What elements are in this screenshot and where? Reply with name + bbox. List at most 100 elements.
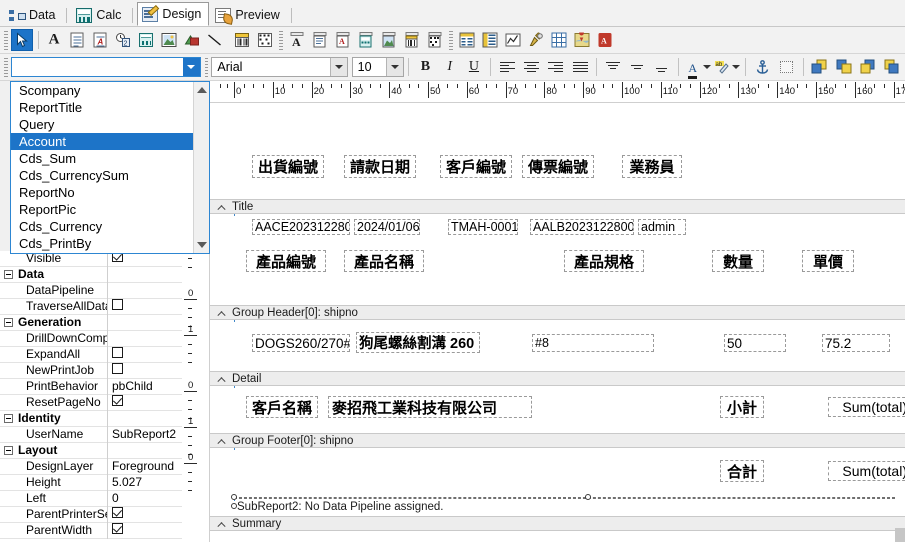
object-list-item[interactable]: ReportPic	[11, 201, 209, 218]
property-value[interactable]: Foreground	[108, 459, 190, 475]
font-color-icon[interactable]: A	[683, 56, 702, 79]
property-value[interactable]	[108, 362, 190, 379]
tab-calc[interactable]: Calc	[71, 4, 129, 26]
shape-icon[interactable]	[181, 29, 203, 51]
property-value[interactable]	[108, 315, 190, 331]
property-value[interactable]: pbChild	[108, 379, 190, 395]
bring-to-front-icon[interactable]	[808, 56, 832, 78]
column-header-3[interactable]: 數量	[712, 250, 764, 272]
checkbox-icon[interactable]	[112, 346, 123, 358]
scroll-up-icon[interactable]	[197, 87, 207, 93]
format-toolbar-grip[interactable]	[204, 57, 209, 77]
property-row[interactable]: TraverseAllData	[0, 298, 190, 315]
property-category-row[interactable]: Data	[0, 266, 190, 283]
region-barcode-icon[interactable]	[401, 29, 423, 51]
align-left-icon[interactable]	[495, 56, 519, 78]
property-value[interactable]	[108, 283, 190, 299]
total-value[interactable]: Sum(total)	[828, 461, 905, 481]
detail-cell-2[interactable]: #8	[532, 334, 654, 352]
design-surface[interactable]: 出貨編號 請款日期 客戶編號 傳票編號 業務員 Title AACE202312…	[210, 103, 905, 542]
object-dropdown-list[interactable]: Scompany ReportTitle Query Account Cds_Sum Cd…	[10, 81, 210, 254]
property-row[interactable]: Left 0	[0, 490, 190, 507]
object-list-item[interactable]: Cds_Currency	[11, 218, 209, 235]
title-header-0[interactable]: 出貨編號	[252, 155, 324, 178]
object-list-item[interactable]: Cds_CurrencySum	[11, 167, 209, 184]
property-row[interactable]: PrintBehavior pbChild	[0, 378, 190, 395]
header-value-4[interactable]: admin	[638, 219, 686, 235]
band-label-summary[interactable]: Summary	[210, 516, 905, 531]
object-list-item[interactable]: Scompany	[11, 82, 209, 99]
map-icon[interactable]	[571, 29, 593, 51]
collapse-chevron-icon[interactable]	[218, 438, 225, 445]
checkbox-icon[interactable]	[112, 298, 123, 310]
detail-cell-3[interactable]: 50	[724, 334, 786, 352]
property-row[interactable]: ExpandAll	[0, 346, 190, 363]
collapse-chevron-icon[interactable]	[218, 310, 225, 317]
property-row[interactable]: UserName SubReport2	[0, 426, 190, 443]
title-header-2[interactable]: 客戶編號	[440, 155, 512, 178]
dbbarcode-icon[interactable]	[254, 29, 276, 51]
property-value[interactable]	[108, 331, 190, 347]
font-name-combo[interactable]: Arial	[211, 57, 348, 77]
region-dbbarcode-icon[interactable]	[424, 29, 446, 51]
tab-data[interactable]: Data	[4, 4, 63, 26]
column-header-2[interactable]: 產品規格	[564, 250, 644, 272]
bold-button[interactable]: B	[413, 56, 437, 78]
property-value[interactable]: 5.027	[108, 475, 190, 491]
checkbox-icon[interactable]	[112, 394, 123, 406]
barcode-icon[interactable]	[231, 29, 253, 51]
format-toolbar-grip[interactable]	[4, 57, 8, 77]
chart-icon[interactable]	[502, 29, 524, 51]
property-row[interactable]: NewPrintJob	[0, 362, 190, 379]
checkbox-icon[interactable]	[112, 506, 123, 518]
highlight-color-icon[interactable]: ab	[712, 56, 731, 78]
selection-handle[interactable]	[585, 494, 591, 500]
minus-expander-icon[interactable]	[4, 270, 13, 279]
align-right-icon[interactable]	[544, 56, 568, 78]
valign-top-icon[interactable]	[601, 56, 625, 78]
property-value[interactable]	[108, 443, 190, 459]
dbcalc-icon[interactable]	[135, 29, 157, 51]
object-list-item[interactable]: Cds_PrintBy	[11, 235, 209, 252]
header-value-2[interactable]: TMAH-0001	[448, 219, 518, 235]
header-value-0[interactable]: AACE202312280001	[252, 219, 350, 235]
select-pointer-icon[interactable]	[11, 29, 33, 51]
crosstab-icon[interactable]	[456, 29, 478, 51]
customer-name[interactable]: 麥招飛工業科技有限公司	[328, 396, 532, 418]
property-value[interactable]	[108, 267, 190, 283]
property-row[interactable]: ParentWidth	[0, 522, 190, 539]
customer-label[interactable]: 客戶名稱	[246, 396, 318, 418]
collapse-chevron-icon[interactable]	[218, 521, 225, 528]
dotted-frame-icon[interactable]	[775, 56, 799, 78]
region-memo-icon[interactable]	[309, 29, 331, 51]
header-value-3[interactable]: AALB202312280002	[530, 219, 634, 235]
font-color-dropdown[interactable]	[702, 56, 712, 78]
checkbox-icon[interactable]	[112, 522, 123, 534]
subreport-selection-box[interactable]	[234, 497, 895, 499]
label-icon[interactable]: A	[43, 29, 65, 51]
column-header-0[interactable]: 產品編號	[246, 250, 326, 272]
paintbrush-icon[interactable]	[525, 29, 547, 51]
property-row[interactable]: Height 5.027	[0, 474, 190, 491]
property-category-row[interactable]: Layout	[0, 442, 190, 459]
title-header-3[interactable]: 傳票編號	[522, 155, 594, 178]
bring-forward-icon[interactable]	[856, 56, 880, 78]
table-icon[interactable]	[479, 29, 501, 51]
property-grid[interactable]: Visible Data DataPipeline TraverseAllData Ge…	[0, 251, 190, 542]
font-size-combo[interactable]: 10	[351, 57, 405, 77]
object-list-item[interactable]: Account	[11, 133, 209, 150]
property-value[interactable]	[108, 394, 190, 411]
region-dbtext-icon[interactable]	[355, 29, 377, 51]
title-header-4[interactable]: 業務員	[622, 155, 682, 178]
valign-bottom-icon[interactable]	[650, 56, 674, 78]
object-selector-combo[interactable]	[10, 57, 201, 77]
subtotal-value[interactable]: Sum(total)	[828, 397, 905, 417]
pdf-export-icon[interactable]: A	[594, 29, 616, 51]
band-group-footer[interactable]: 合計 Sum(total)	[234, 450, 905, 500]
tab-preview[interactable]: Preview	[210, 4, 287, 26]
minus-expander-icon[interactable]	[4, 318, 13, 327]
detail-cell-4[interactable]: 75.2	[822, 334, 890, 352]
dbtext-icon[interactable]: 2	[112, 29, 134, 51]
image-icon[interactable]	[158, 29, 180, 51]
toolbar-grip[interactable]	[4, 30, 8, 50]
